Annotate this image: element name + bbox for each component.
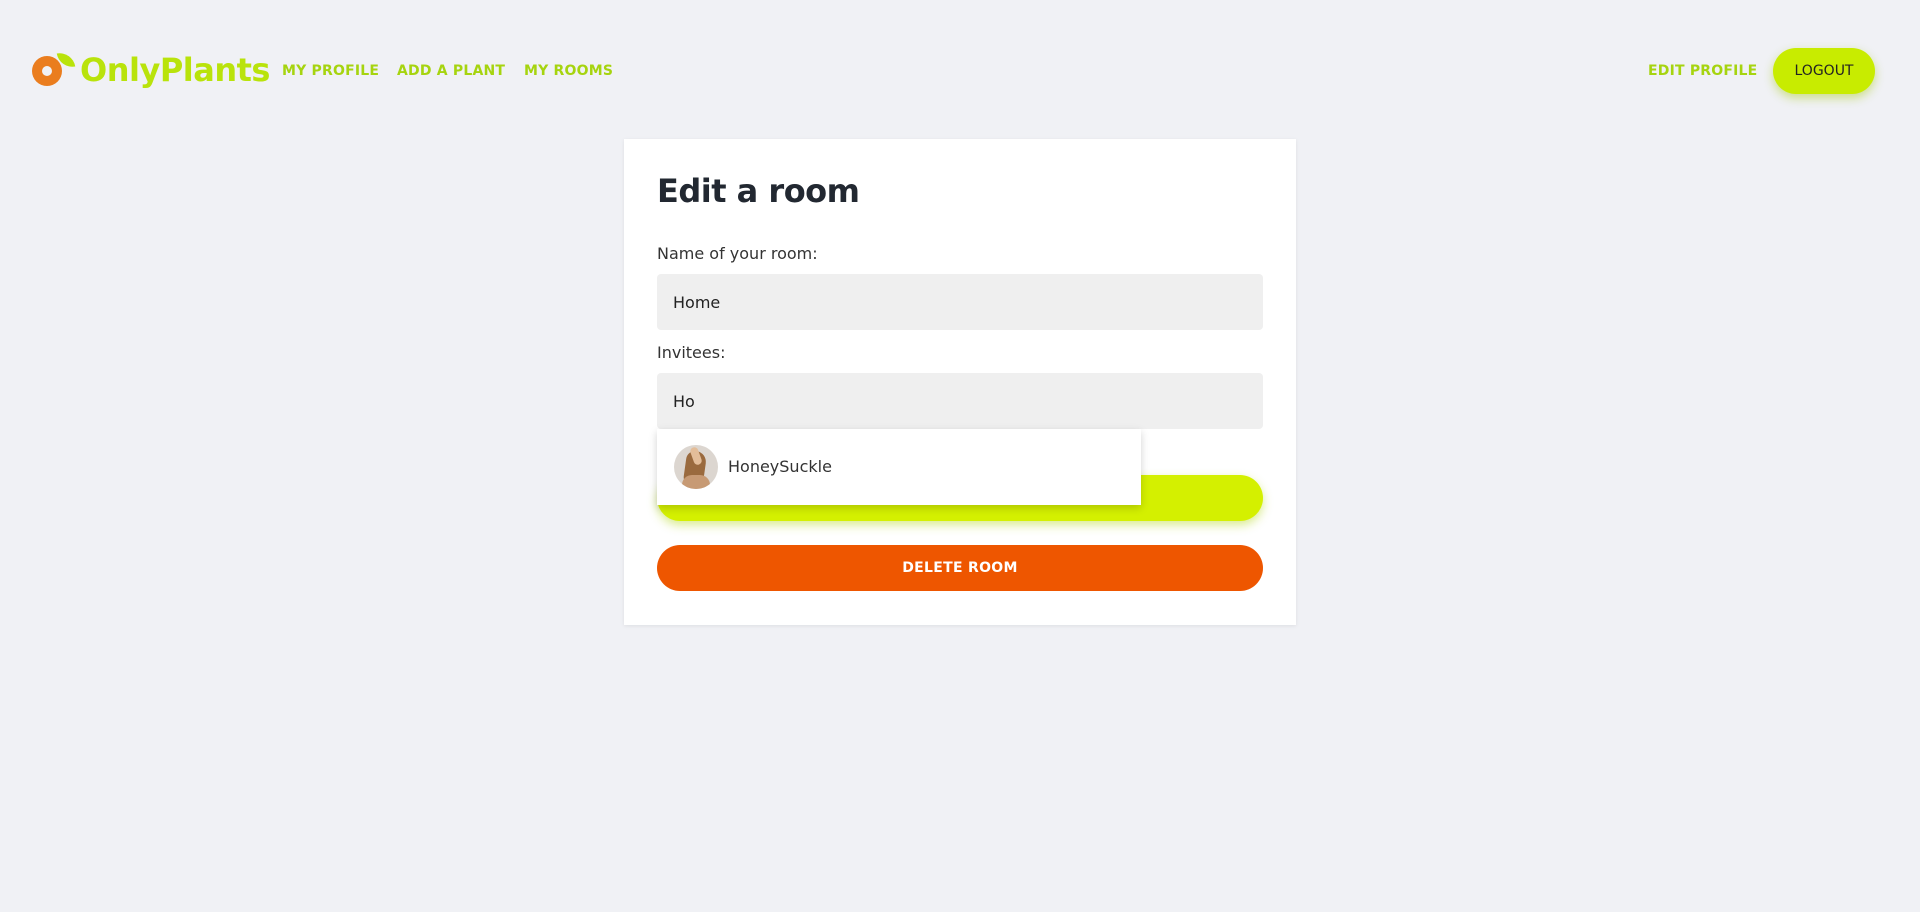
- nav-edit-profile[interactable]: EDIT PROFILE: [1648, 61, 1757, 81]
- logo-icon: [32, 50, 76, 90]
- delete-room-button[interactable]: DELETE ROOM: [657, 545, 1263, 591]
- user-avatar: [674, 445, 718, 489]
- edit-room-card: Edit a room Name of your room: Invitees:…: [624, 139, 1296, 625]
- logo-text: OnlyPlants: [80, 51, 270, 89]
- nav-my-profile[interactable]: MY PROFILE: [282, 61, 379, 81]
- suggestion-username: HoneySuckle: [728, 457, 832, 476]
- room-name-label: Name of your room:: [657, 244, 818, 263]
- logo-link[interactable]: OnlyPlants: [32, 50, 270, 90]
- page-title: Edit a room: [657, 172, 860, 210]
- invitees-label: Invitees:: [657, 343, 726, 362]
- logout-button[interactable]: LOGOUT: [1773, 48, 1875, 94]
- invitees-input[interactable]: [657, 373, 1263, 429]
- invitee-suggestions-dropdown: HoneySuckle: [657, 429, 1141, 505]
- nav-my-rooms[interactable]: MY ROOMS: [524, 61, 613, 81]
- nav-add-a-plant[interactable]: ADD A PLANT: [397, 61, 505, 81]
- suggestion-item[interactable]: HoneySuckle: [657, 429, 1141, 505]
- top-header: OnlyPlants MY PROFILE ADD A PLANT MY ROO…: [0, 0, 1920, 140]
- room-name-input[interactable]: [657, 274, 1263, 330]
